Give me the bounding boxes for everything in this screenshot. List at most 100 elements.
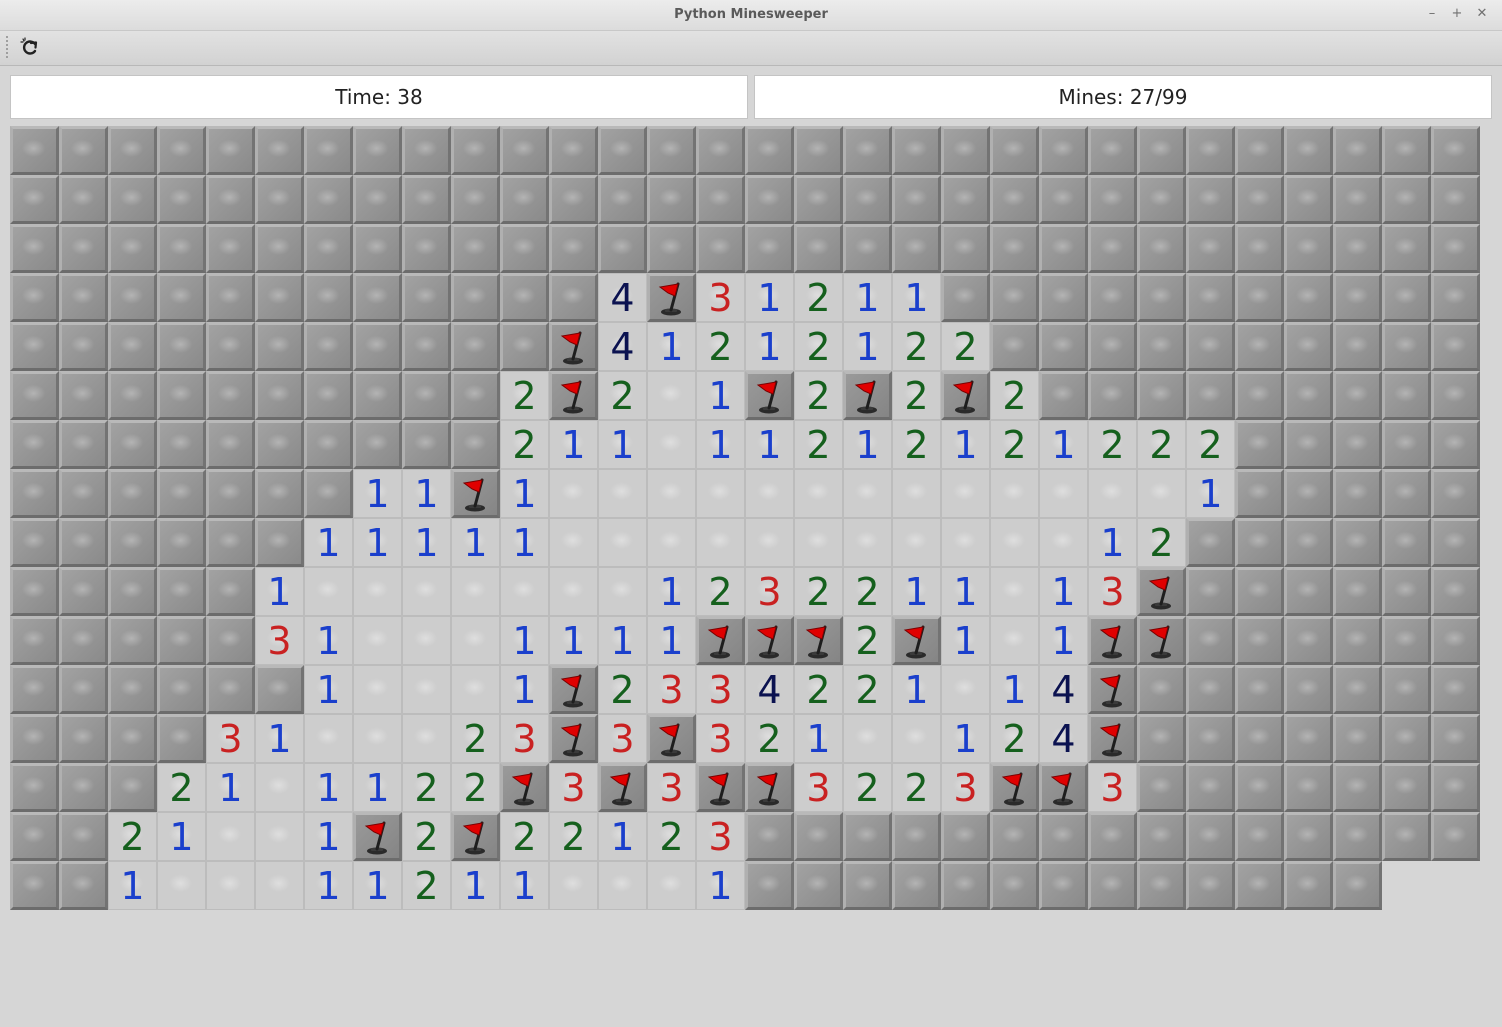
cell-number[interactable]: 1 <box>745 322 794 371</box>
cell-number[interactable]: 1 <box>353 763 402 812</box>
cell-number[interactable]: 2 <box>990 714 1039 763</box>
cell-unrevealed[interactable] <box>255 224 304 273</box>
cell-unrevealed[interactable] <box>206 126 255 175</box>
cell-flagged[interactable] <box>647 714 696 763</box>
cell-number[interactable]: 1 <box>1186 469 1235 518</box>
cell-number[interactable]: 1 <box>255 567 304 616</box>
cell-unrevealed[interactable] <box>1284 175 1333 224</box>
cell-flagged[interactable] <box>843 371 892 420</box>
cell-number[interactable]: 2 <box>647 812 696 861</box>
cell-number[interactable]: 1 <box>892 665 941 714</box>
cell-number[interactable]: 2 <box>843 616 892 665</box>
cell-unrevealed[interactable] <box>1284 224 1333 273</box>
cell-unrevealed[interactable] <box>794 861 843 910</box>
cell-empty[interactable] <box>206 861 255 910</box>
maximize-button[interactable]: + <box>1448 5 1466 23</box>
cell-unrevealed[interactable] <box>990 224 1039 273</box>
cell-empty[interactable] <box>549 469 598 518</box>
cell-unrevealed[interactable] <box>10 714 59 763</box>
cell-number[interactable]: 1 <box>696 371 745 420</box>
cell-unrevealed[interactable] <box>1284 763 1333 812</box>
cell-unrevealed[interactable] <box>1382 175 1431 224</box>
cell-unrevealed[interactable] <box>941 812 990 861</box>
cell-unrevealed[interactable] <box>696 175 745 224</box>
cell-unrevealed[interactable] <box>255 665 304 714</box>
cell-number[interactable]: 1 <box>598 616 647 665</box>
cell-unrevealed[interactable] <box>1088 371 1137 420</box>
cell-number[interactable]: 4 <box>745 665 794 714</box>
cell-unrevealed[interactable] <box>549 126 598 175</box>
cell-unrevealed[interactable] <box>402 371 451 420</box>
cell-unrevealed[interactable] <box>451 371 500 420</box>
cell-unrevealed[interactable] <box>1235 763 1284 812</box>
cell-unrevealed[interactable] <box>157 273 206 322</box>
cell-number[interactable]: 2 <box>794 567 843 616</box>
cell-number[interactable]: 3 <box>696 665 745 714</box>
cell-unrevealed[interactable] <box>59 469 108 518</box>
cell-unrevealed[interactable] <box>1039 371 1088 420</box>
cell-unrevealed[interactable] <box>1431 812 1480 861</box>
cell-empty[interactable] <box>549 861 598 910</box>
cell-unrevealed[interactable] <box>549 273 598 322</box>
cell-unrevealed[interactable] <box>794 126 843 175</box>
cell-unrevealed[interactable] <box>108 420 157 469</box>
cell-unrevealed[interactable] <box>108 469 157 518</box>
cell-unrevealed[interactable] <box>1186 126 1235 175</box>
cell-flagged[interactable] <box>745 371 794 420</box>
cell-unrevealed[interactable] <box>1284 714 1333 763</box>
cell-flagged[interactable] <box>1088 714 1137 763</box>
cell-number[interactable]: 1 <box>304 665 353 714</box>
cell-empty[interactable] <box>941 518 990 567</box>
cell-unrevealed[interactable] <box>647 175 696 224</box>
cell-unrevealed[interactable] <box>353 420 402 469</box>
cell-unrevealed[interactable] <box>108 616 157 665</box>
cell-empty[interactable] <box>353 567 402 616</box>
cell-unrevealed[interactable] <box>696 126 745 175</box>
cell-unrevealed[interactable] <box>157 665 206 714</box>
cell-number[interactable]: 3 <box>500 714 549 763</box>
cell-unrevealed[interactable] <box>1284 273 1333 322</box>
cell-number[interactable]: 1 <box>941 567 990 616</box>
cell-unrevealed[interactable] <box>1382 420 1431 469</box>
cell-unrevealed[interactable] <box>549 175 598 224</box>
cell-unrevealed[interactable] <box>990 812 1039 861</box>
cell-unrevealed[interactable] <box>1431 224 1480 273</box>
cell-empty[interactable] <box>990 518 1039 567</box>
cell-unrevealed[interactable] <box>59 420 108 469</box>
cell-unrevealed[interactable] <box>1333 371 1382 420</box>
cell-number[interactable]: 1 <box>1039 420 1088 469</box>
cell-unrevealed[interactable] <box>1284 616 1333 665</box>
cell-unrevealed[interactable] <box>1382 714 1431 763</box>
cell-unrevealed[interactable] <box>1382 665 1431 714</box>
cell-unrevealed[interactable] <box>1088 861 1137 910</box>
cell-unrevealed[interactable] <box>1431 763 1480 812</box>
cell-number[interactable]: 1 <box>206 763 255 812</box>
cell-number[interactable]: 1 <box>696 420 745 469</box>
cell-unrevealed[interactable] <box>1235 616 1284 665</box>
cell-unrevealed[interactable] <box>941 273 990 322</box>
cell-number[interactable]: 1 <box>696 861 745 910</box>
cell-unrevealed[interactable] <box>1382 567 1431 616</box>
cell-unrevealed[interactable] <box>1186 175 1235 224</box>
cell-unrevealed[interactable] <box>1333 714 1382 763</box>
cell-unrevealed[interactable] <box>108 665 157 714</box>
cell-number[interactable]: 1 <box>304 763 353 812</box>
cell-empty[interactable] <box>1039 518 1088 567</box>
cell-number[interactable]: 1 <box>843 420 892 469</box>
cell-empty[interactable] <box>451 616 500 665</box>
cell-number[interactable]: 1 <box>892 273 941 322</box>
cell-number[interactable]: 2 <box>402 861 451 910</box>
cell-unrevealed[interactable] <box>10 812 59 861</box>
cell-unrevealed[interactable] <box>402 175 451 224</box>
cell-number[interactable]: 1 <box>647 616 696 665</box>
cell-number[interactable]: 1 <box>402 469 451 518</box>
cell-empty[interactable] <box>843 469 892 518</box>
cell-unrevealed[interactable] <box>353 322 402 371</box>
cell-unrevealed[interactable] <box>1431 469 1480 518</box>
cell-unrevealed[interactable] <box>59 665 108 714</box>
cell-unrevealed[interactable] <box>1137 812 1186 861</box>
cell-unrevealed[interactable] <box>892 175 941 224</box>
cell-empty[interactable] <box>990 469 1039 518</box>
cell-empty[interactable] <box>304 714 353 763</box>
cell-unrevealed[interactable] <box>59 812 108 861</box>
